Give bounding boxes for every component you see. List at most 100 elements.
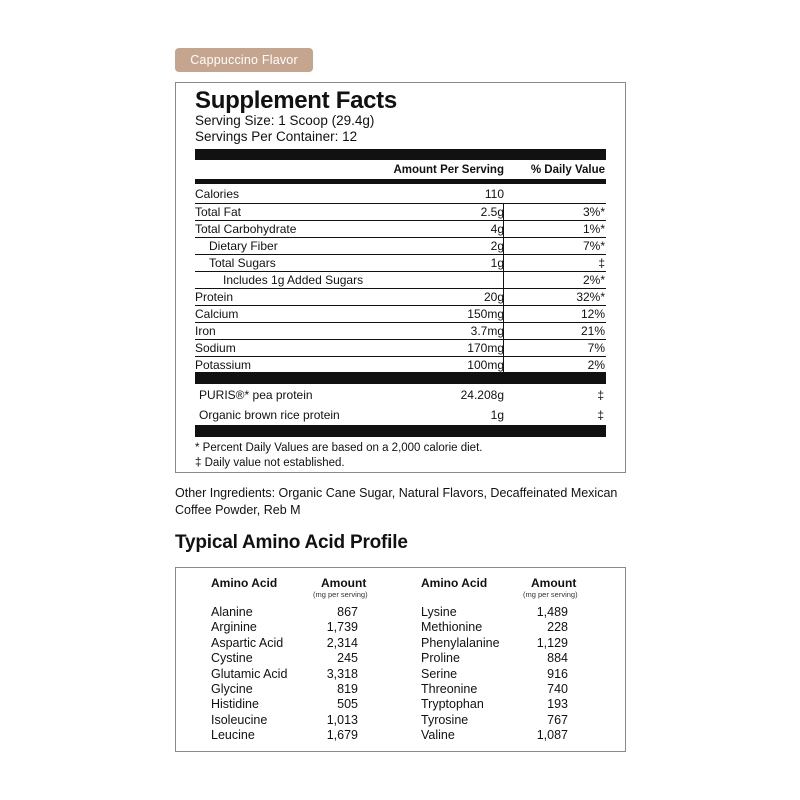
column-separator bbox=[503, 272, 504, 289]
amino-acid-name: Glutamic Acid bbox=[211, 666, 288, 681]
amino-acid-name: Proline bbox=[421, 651, 460, 666]
amino-acid-name: Histidine bbox=[211, 697, 259, 712]
footnote-not-established: ‡ Daily value not established. bbox=[195, 457, 345, 469]
amino-header-amount: Amount bbox=[321, 576, 367, 590]
nutrient-row: Total Carbohydrate 4g 1%* bbox=[195, 220, 606, 238]
nutrient-amount: 4g bbox=[490, 222, 504, 236]
amino-profile-title: Typical Amino Acid Profile bbox=[175, 532, 408, 553]
nutrient-daily-value: ‡ bbox=[598, 256, 605, 270]
ingredient-amount: 24.208g bbox=[460, 388, 504, 402]
amino-row: Methionine 228 bbox=[421, 620, 568, 635]
nutrient-name: Total Carbohydrate bbox=[195, 222, 297, 236]
column-separator bbox=[503, 238, 504, 255]
amino-header-name: Amino Acid bbox=[421, 576, 488, 590]
amino-profile-table: Amino Acid Amount (mg per serving) Amino… bbox=[175, 567, 626, 752]
amino-row: Lysine 1,489 bbox=[421, 605, 568, 620]
nutrient-name: Total Fat bbox=[195, 205, 242, 219]
amino-acid-amount: 819 bbox=[337, 682, 358, 696]
amino-acid-name: Isoleucine bbox=[211, 712, 268, 727]
amino-acid-amount: 228 bbox=[547, 620, 568, 635]
other-ingredients: Other Ingredients: Organic Cane Sugar, N… bbox=[175, 486, 618, 517]
ingredient-name: PURIS®* pea protein bbox=[199, 388, 313, 402]
nutrient-amount: 110 bbox=[484, 187, 504, 201]
amino-acid-name: Methionine bbox=[421, 620, 483, 635]
amino-acid-name: Leucine bbox=[211, 728, 255, 743]
nutrient-row: Iron 3.7mg 21% bbox=[195, 322, 606, 340]
nutrient-name: Sodium bbox=[195, 341, 236, 355]
amino-acid-amount: 767 bbox=[547, 712, 568, 727]
nutrient-row: Total Sugars 1g ‡ bbox=[195, 254, 606, 272]
nutrient-row: Potassium 100mg 2% bbox=[195, 356, 606, 374]
supplement-facts-panel: Supplement Facts Serving Size: 1 Scoop (… bbox=[175, 82, 626, 473]
amino-acid-amount: 884 bbox=[547, 651, 568, 666]
amino-acid-amount: 1,013 bbox=[326, 712, 358, 727]
amino-acid-amount: 505 bbox=[337, 697, 358, 712]
thick-divider bbox=[195, 425, 606, 437]
amino-row: Aspartic Acid 2,314 bbox=[211, 636, 358, 651]
nutrient-name: Dietary Fiber bbox=[209, 239, 278, 253]
nutrient-name: Total Sugars bbox=[209, 256, 276, 270]
amino-acid-name: Tryptophan bbox=[421, 697, 484, 712]
medium-divider bbox=[195, 179, 606, 184]
ingredient-amount: 1g bbox=[490, 408, 504, 422]
amino-header-amount: Amount bbox=[531, 576, 577, 590]
nutrient-name: Iron bbox=[195, 324, 216, 338]
amino-row: Cystine 245 bbox=[211, 651, 358, 666]
amino-row: Isoleucine 1,013 bbox=[211, 713, 358, 728]
ingredient-daily-value: ‡ bbox=[597, 388, 604, 402]
amino-row: Phenylalanine 1,129 bbox=[421, 636, 568, 651]
amino-acid-name: Alanine bbox=[211, 605, 253, 619]
nutrient-daily-value: 3%* bbox=[582, 205, 605, 219]
nutrient-name: Includes 1g Added Sugars bbox=[223, 273, 364, 287]
column-separator bbox=[503, 340, 504, 357]
amino-acid-amount: 1,087 bbox=[536, 728, 568, 743]
amino-acid-amount: 916 bbox=[547, 666, 568, 681]
amino-acid-amount: 740 bbox=[547, 682, 568, 696]
nutrient-daily-value: 12% bbox=[580, 307, 605, 321]
amino-acid-name: Cystine bbox=[211, 651, 253, 666]
amino-acid-amount: 1,129 bbox=[536, 635, 568, 650]
nutrient-amount: 150mg bbox=[467, 307, 504, 321]
column-separator bbox=[503, 221, 504, 238]
nutrient-daily-value: 21% bbox=[580, 324, 605, 338]
amino-acid-name: Glycine bbox=[211, 682, 253, 696]
ingredient-name: Organic brown rice protein bbox=[199, 408, 340, 422]
footnote-daily-values: * Percent Daily Values are based on a 2,… bbox=[195, 442, 483, 454]
nutrient-daily-value: 32%* bbox=[576, 290, 605, 304]
amino-acid-amount: 1,739 bbox=[326, 620, 358, 635]
thick-divider bbox=[195, 149, 606, 160]
nutrient-daily-value: 1%* bbox=[582, 222, 605, 236]
nutrient-name: Protein bbox=[195, 290, 234, 304]
amino-row: Threonine 740 bbox=[421, 682, 568, 697]
amino-row: Proline 884 bbox=[421, 651, 568, 666]
amino-header-unit: (mg per serving) bbox=[313, 590, 368, 599]
header-amount-per-serving: Amount Per Serving bbox=[393, 164, 504, 176]
amino-acid-name: Phenylalanine bbox=[421, 635, 500, 650]
ingredient-daily-value: ‡ bbox=[597, 408, 604, 422]
nutrient-row: Dietary Fiber 2g 7%* bbox=[195, 237, 606, 255]
amino-row: Leucine 1,679 bbox=[211, 728, 358, 743]
nutrient-amount: 170mg bbox=[467, 341, 504, 355]
amino-row: Tyrosine 767 bbox=[421, 713, 568, 728]
amino-header-name: Amino Acid bbox=[211, 576, 278, 590]
nutrient-daily-value: 2%* bbox=[582, 273, 605, 287]
nutrient-amount: 20g bbox=[483, 290, 504, 304]
flavor-badge: Cappuccino Flavor bbox=[175, 48, 313, 72]
amino-acid-amount: 3,318 bbox=[326, 666, 358, 681]
servings-per-container: Servings Per Container: 12 bbox=[195, 129, 358, 144]
amino-acid-amount: 867 bbox=[337, 605, 358, 619]
amino-row: Glutamic Acid 3,318 bbox=[211, 667, 358, 682]
thick-divider bbox=[195, 372, 606, 384]
amino-row: Glycine 819 bbox=[211, 682, 358, 697]
amino-row: Histidine 505 bbox=[211, 697, 358, 712]
nutrient-daily-value: 7%* bbox=[582, 239, 605, 253]
column-separator bbox=[503, 289, 504, 306]
nutrient-name: Calcium bbox=[195, 307, 239, 321]
amino-acid-name: Valine bbox=[421, 728, 455, 743]
amino-row: Valine 1,087 bbox=[421, 728, 568, 743]
amino-row: Alanine 867 bbox=[211, 605, 358, 620]
nutrient-name: Calories bbox=[195, 187, 240, 201]
nutrient-row: Total Fat 2.5g 3%* bbox=[195, 203, 606, 221]
amino-acid-name: Aspartic Acid bbox=[211, 635, 284, 650]
nutrient-row: Sodium 170mg 7% bbox=[195, 339, 606, 357]
